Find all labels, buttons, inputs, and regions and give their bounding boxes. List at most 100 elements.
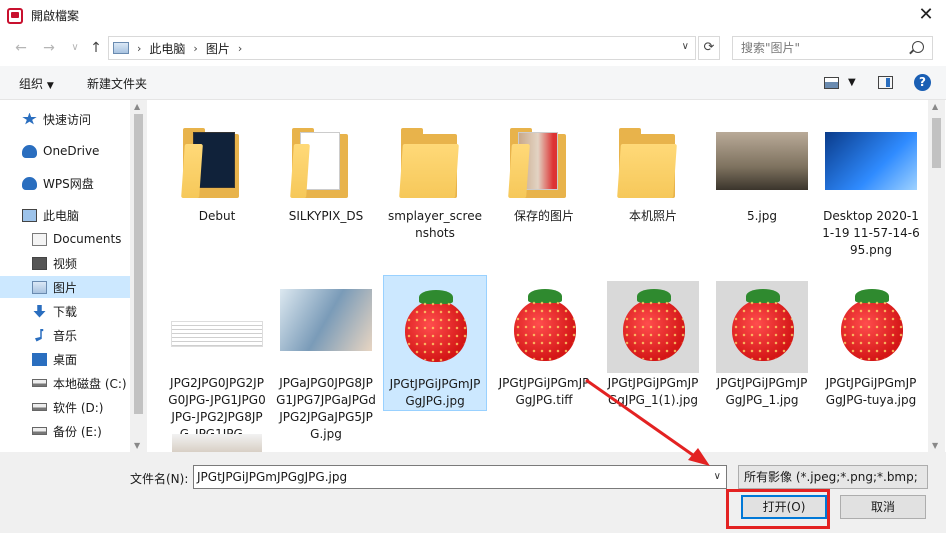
file-name: Debut	[198, 209, 236, 223]
image-thumbnail	[171, 321, 263, 347]
chevron-down-icon[interactable]: ∨	[682, 41, 689, 52]
file-item[interactable]: 保存的图片	[492, 108, 596, 225]
image-thumbnail	[716, 132, 808, 190]
file-item[interactable]: JPG2JPG0JPG2JPG0JPG-JPG1JPG0JPG-JPG2JPG8…	[165, 275, 269, 443]
app-icon	[7, 7, 23, 24]
sidebar-item[interactable]: 视频	[0, 252, 130, 274]
file-list-scrollbar[interactable]: ▲ ▼	[928, 100, 945, 452]
sidebar-item-label: 音乐	[53, 328, 78, 343]
sidebar-item[interactable]: 备份 (E:)	[0, 420, 130, 442]
file-thumbnail	[825, 114, 917, 206]
sidebar-item[interactable]: Documents	[0, 228, 130, 250]
breadcrumb-pictures[interactable]: 图片	[206, 40, 230, 57]
strawberry-image	[732, 289, 794, 361]
cancel-button[interactable]: 取消	[840, 495, 926, 519]
pictures-location-icon	[113, 42, 129, 54]
sidebar-item[interactable]: 软件 (D:)	[0, 396, 130, 418]
file-item[interactable]: smplayer_screenshots	[383, 108, 487, 242]
filename-value: JPGtJPGiJPGmJPGgJPG.jpg	[197, 470, 348, 484]
preview-pane-icon[interactable]	[878, 76, 893, 89]
file-item[interactable]: Debut	[165, 108, 269, 225]
file-item[interactable]: Desktop 2020-11-19 11-57-14-695.png	[819, 108, 923, 259]
title-bar: 開啟檔案 ✕	[0, 0, 946, 31]
new-folder-button[interactable]: 新建文件夹	[87, 75, 147, 92]
sidebar-scrollbar[interactable]: ▲ ▼	[130, 100, 147, 452]
search-input[interactable]: 搜索"图片"	[732, 36, 933, 60]
file-thumbnail	[171, 281, 263, 373]
strawberry-image	[405, 290, 467, 362]
recent-locations-button[interactable]: ∨	[66, 39, 84, 57]
chevron-right-icon: ›	[237, 41, 243, 55]
toolbar: 组织 ▼ 新建文件夹 ▼ ?	[0, 66, 946, 100]
drive-icon	[32, 403, 47, 411]
caret-down-icon: ▼	[46, 81, 54, 91]
sidebar-scroll-thumb[interactable]	[134, 114, 143, 414]
help-icon[interactable]: ?	[914, 74, 931, 91]
file-type-filter[interactable]: 所有影像 (*.jpeg;*.png;*.bmp;	[738, 465, 928, 489]
file-thumbnail	[825, 281, 917, 373]
sidebar-item-label: 此电脑	[43, 208, 80, 223]
breadcrumb-this-pc[interactable]: 此电脑	[149, 40, 185, 57]
file-name: 5.jpg	[746, 209, 778, 223]
file-item[interactable]: SILKYPIX_DS	[274, 108, 378, 225]
file-thumbnail	[171, 114, 263, 206]
sidebar-item[interactable]: 图片	[0, 276, 130, 298]
file-name: 保存的图片	[513, 209, 574, 223]
caret-down-icon[interactable]: ▼	[848, 77, 856, 88]
scroll-up-icon[interactable]: ▲	[134, 102, 140, 111]
sidebar-item[interactable]: 快速访问	[0, 108, 130, 130]
file-name: JPGtJPGiJPGmJPGgJPG-tuya.jpg	[825, 376, 917, 407]
close-button[interactable]: ✕	[914, 4, 938, 26]
scroll-down-icon[interactable]: ▼	[932, 441, 938, 450]
sidebar-item[interactable]: 桌面	[0, 348, 130, 370]
search-placeholder: 搜索"图片"	[741, 41, 801, 55]
chevron-right-icon: ›	[137, 41, 142, 55]
file-thumbnail	[280, 281, 372, 373]
file-item[interactable]: JPGaJPG0JPG8JPG1JPG7JPGaJPGdJPG2JPGaJPG5…	[274, 275, 378, 443]
cloud-icon	[22, 176, 37, 190]
file-thumbnail	[716, 281, 808, 373]
folder-icon	[181, 128, 239, 198]
up-button[interactable]: ↑	[87, 39, 105, 57]
music-icon	[35, 328, 44, 342]
filename-label: 文件名(N):	[130, 472, 189, 486]
file-list-scroll-thumb[interactable]	[932, 118, 941, 168]
sidebar-item[interactable]: OneDrive	[0, 140, 130, 162]
sidebar-item-label: 备份 (E:)	[53, 424, 102, 439]
sidebar-item[interactable]: WPS网盘	[0, 172, 130, 194]
file-thumbnail	[607, 114, 699, 206]
file-item[interactable]: JPGtJPGiJPGmJPGgJPG-tuya.jpg	[819, 275, 923, 409]
back-button[interactable]: ←	[12, 39, 30, 57]
scroll-up-icon[interactable]: ▲	[932, 102, 938, 111]
strawberry-image	[623, 289, 685, 361]
folder-icon	[617, 128, 677, 198]
chevron-right-icon: ›	[193, 41, 198, 55]
sidebar-item-label: 软件 (D:)	[53, 400, 104, 415]
strawberry-image	[514, 289, 576, 361]
sidebar-item[interactable]: 此电脑	[0, 204, 130, 226]
sidebar-item-label: 图片	[53, 280, 78, 295]
download-icon	[33, 304, 46, 318]
address-bar[interactable]: › 此电脑 › 图片 › ∨	[108, 36, 696, 60]
sidebar-item[interactable]: 音乐	[0, 324, 130, 346]
forward-button[interactable]: →	[40, 39, 58, 57]
file-list: Debut SILKYPIX_DS smplayer_screenshots 保存的图…	[147, 100, 928, 452]
sidebar-item-label: 本地磁盘 (C:)	[53, 376, 127, 391]
navigation-pane: 快速访问 OneDrive WPS网盘此电脑 Documents 视频图片下载音乐桌面本…	[0, 100, 147, 452]
file-thumbnail	[498, 114, 590, 206]
refresh-button[interactable]: ⟳	[698, 36, 720, 60]
file-thumbnail	[389, 114, 481, 206]
organize-button[interactable]: 组织 ▼	[19, 75, 54, 92]
sidebar-item[interactable]: 本地磁盘 (C:)	[0, 372, 130, 394]
star-icon	[22, 112, 37, 125]
image-thumbnail	[172, 434, 262, 452]
file-thumbnail	[389, 282, 481, 374]
view-mode-icon[interactable]	[824, 77, 839, 89]
file-item[interactable]: JPGtJPGiJPGmJPGgJPG_1.jpg	[710, 275, 814, 409]
sidebar-item[interactable]: 下载	[0, 300, 130, 322]
file-item[interactable]: 5.jpg	[710, 108, 814, 225]
file-name: 本机照片	[628, 209, 677, 223]
file-item[interactable]: 本机照片	[601, 108, 705, 225]
scroll-down-icon[interactable]: ▼	[134, 441, 140, 450]
file-item[interactable]: JPGtJPGiJPGmJPGgJPG.jpg	[383, 275, 487, 411]
